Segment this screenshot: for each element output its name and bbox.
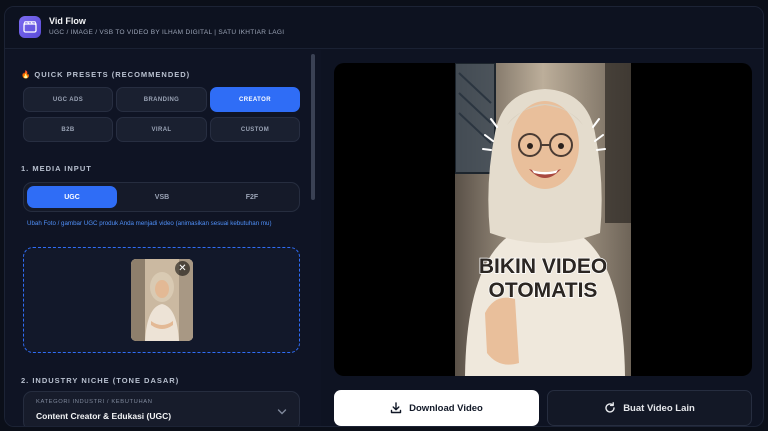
download-icon (390, 402, 402, 414)
industry-select[interactable]: KATEGORI INDUSTRI / KEBUTUHAN Content Cr… (23, 391, 300, 426)
create-new-video-label: Buat Video Lain (623, 402, 695, 414)
video-player[interactable]: BIKIN VIDEO OTOMATIS (334, 63, 752, 376)
download-video-button[interactable]: Download Video (334, 390, 539, 426)
tab-f2f[interactable]: F2F (207, 186, 297, 208)
settings-panel[interactable]: 🔥 QUICK PRESETS (RECOMMENDED) UGC ADS BR… (5, 50, 321, 426)
preset-custom-button[interactable]: CUSTOM (210, 117, 300, 142)
preset-ugc-ads-button[interactable]: UGC ADS (23, 87, 113, 112)
upload-dropzone[interactable]: ✕ (23, 247, 300, 353)
uploaded-image-thumbnail: ✕ (131, 259, 193, 341)
preset-viral-button[interactable]: VIRAL (116, 117, 207, 142)
industry-title: 2. INDUSTRY NICHE (TONE DASAR) (21, 376, 180, 385)
tab-ugc[interactable]: UGC (27, 186, 117, 208)
preset-b2b-button[interactable]: B2B (23, 117, 113, 142)
video-overlay-line2: OTOMATIS (489, 279, 598, 302)
media-input-tabs: UGC VSB F2F (23, 182, 300, 212)
chevron-down-icon (277, 409, 287, 415)
create-new-video-button[interactable]: Buat Video Lain (547, 390, 752, 426)
download-video-label: Download Video (409, 402, 483, 414)
presets-title: 🔥 QUICK PRESETS (RECOMMENDED) (21, 70, 191, 79)
preview-panel: BIKIN VIDEO OTOMATIS Download Video Buat… (321, 50, 763, 426)
settings-scrollbar[interactable] (311, 54, 315, 200)
app-subtitle: UGC / IMAGE / VSB TO VIDEO BY ILHAM DIGI… (49, 29, 285, 36)
industry-select-value: Content Creator & Edukasi (UGC) (36, 411, 172, 421)
media-input-title: 1. MEDIA INPUT (21, 164, 92, 173)
app-title: Vid Flow (49, 16, 86, 26)
clapperboard-icon (19, 16, 41, 38)
preset-creator-button[interactable]: CREATOR (210, 87, 300, 112)
refresh-icon (604, 402, 616, 414)
app-header: Vid Flow UGC / IMAGE / VSB TO VIDEO BY I… (5, 7, 763, 49)
remove-image-button[interactable]: ✕ (175, 261, 190, 276)
tab-vsb[interactable]: VSB (117, 186, 207, 208)
video-overlay-line1: BIKIN VIDEO (479, 255, 607, 278)
industry-select-label: KATEGORI INDUSTRI / KEBUTUHAN (36, 399, 153, 405)
media-input-hint: Ubah Foto / gambar UGC produk Anda menja… (27, 220, 272, 227)
video-preview-frame: BIKIN VIDEO OTOMATIS (455, 63, 631, 376)
preset-branding-button[interactable]: BRANDING (116, 87, 207, 112)
app-window: Vid Flow UGC / IMAGE / VSB TO VIDEO BY I… (4, 6, 764, 427)
